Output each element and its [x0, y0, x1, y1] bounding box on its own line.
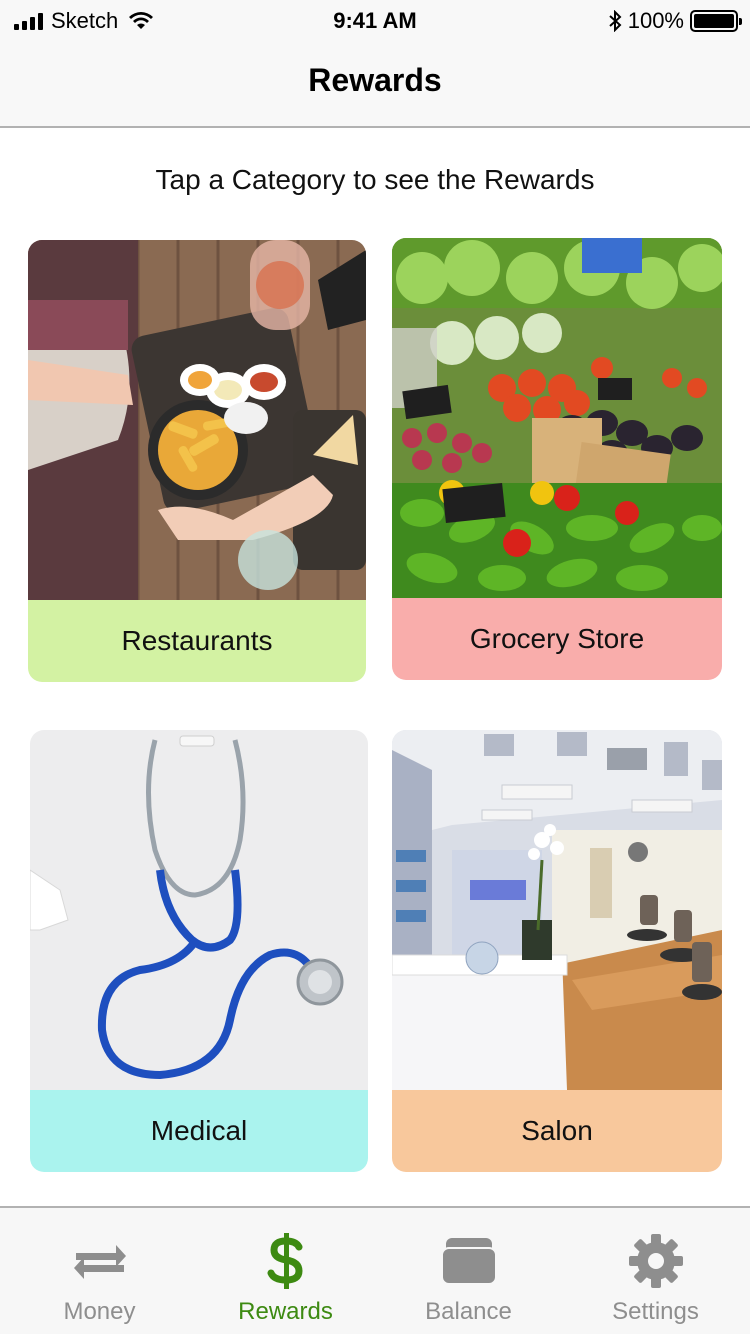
category-card-salon[interactable]: Salon — [392, 730, 722, 1172]
tab-money[interactable]: Money — [6, 1208, 193, 1334]
vegetable-market-photo — [392, 238, 722, 598]
tab-label-settings: Settings — [612, 1298, 699, 1325]
gear-icon — [626, 1234, 686, 1288]
tab-balance[interactable]: Balance — [375, 1208, 562, 1334]
tab-rewards[interactable]: Rewards — [192, 1208, 379, 1334]
category-card-medical[interactable]: Medical — [30, 730, 368, 1172]
stethoscope-photo — [30, 730, 368, 1090]
status-right: 100% — [608, 8, 742, 34]
wallet-icon — [439, 1234, 499, 1288]
instruction-text: Tap a Category to see the Rewards — [155, 164, 595, 195]
top-bar: Sketch 9:41 AM 100% Rewards — [0, 0, 750, 128]
battery-percent: 100% — [627, 8, 684, 33]
tab-label-balance: Balance — [425, 1298, 512, 1325]
page-title: Rewards — [308, 62, 442, 98]
category-label-grocery-store: Grocery Store — [392, 598, 722, 680]
restaurant-table-photo — [28, 240, 366, 600]
category-label-salon: Salon — [392, 1090, 722, 1172]
category-card-restaurants[interactable]: Restaurants — [28, 240, 366, 682]
category-label-medical: Medical — [30, 1090, 368, 1172]
tab-label-money: Money — [63, 1298, 136, 1325]
tab-bar: Money Rewards Balance Settings — [0, 1206, 750, 1334]
status-bar: Sketch 9:41 AM 100% — [0, 0, 750, 40]
tab-label-rewards: Rewards — [238, 1298, 333, 1325]
salon-interior-photo — [392, 730, 722, 1090]
battery-icon — [690, 10, 742, 32]
category-label-restaurants: Restaurants — [28, 600, 366, 682]
tab-settings[interactable]: Settings — [562, 1208, 749, 1334]
dollar-icon — [256, 1233, 316, 1289]
category-card-grocery-store[interactable]: Grocery Store — [392, 238, 722, 680]
transfer-arrows-icon — [70, 1234, 130, 1288]
bluetooth-icon — [609, 10, 622, 32]
